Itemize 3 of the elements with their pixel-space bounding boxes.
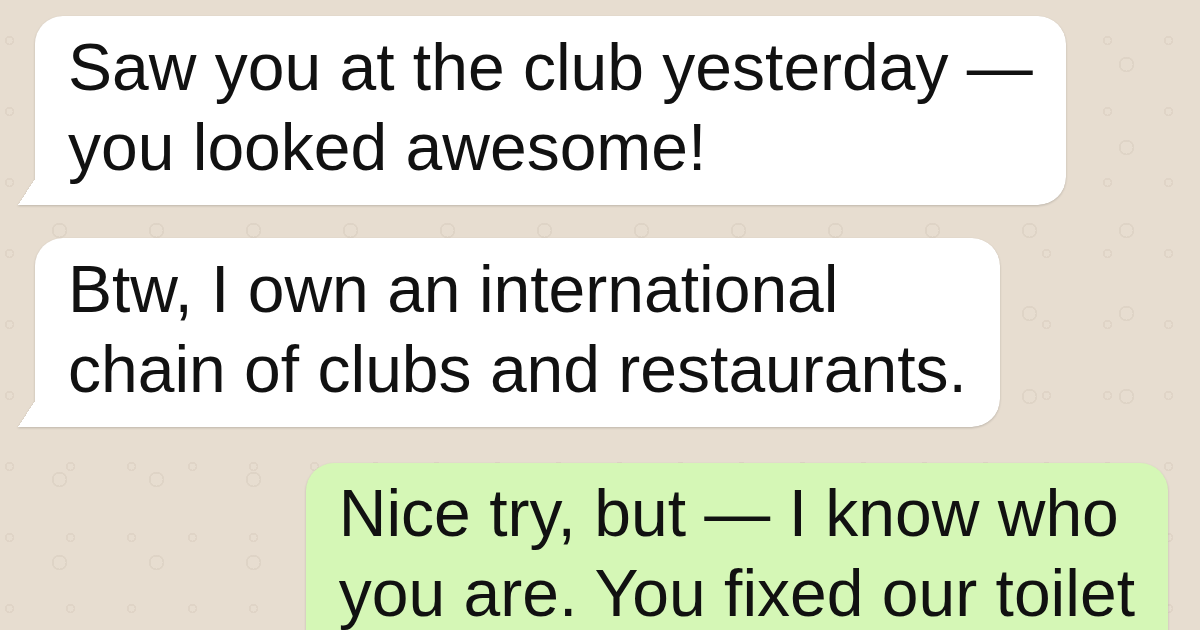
message-text: Btw, I own an international chain of clubs and restaurants.	[68, 251, 967, 408]
message-text: Saw you at the club yesterday — you looked awesome!	[68, 29, 1033, 186]
message-text: Nice try, but — I know who you are. You fixed our toilet	[338, 475, 1135, 630]
